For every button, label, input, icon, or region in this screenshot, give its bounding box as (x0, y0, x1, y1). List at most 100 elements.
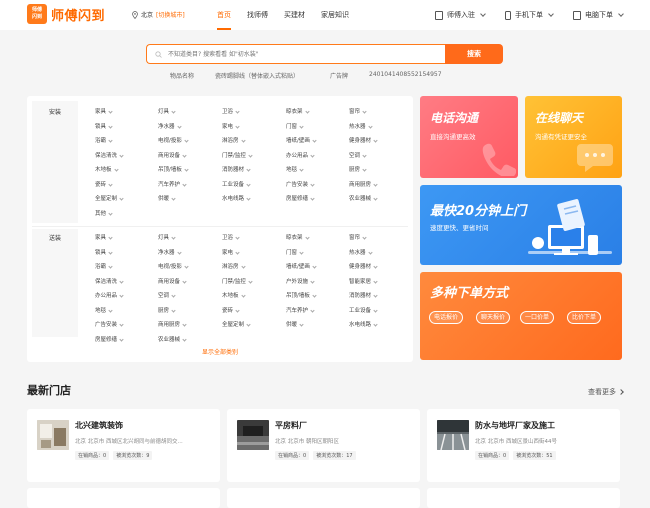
search-button[interactable]: 搜索 (445, 44, 503, 64)
phone-quote-pill[interactable]: 电话报价 (429, 311, 464, 324)
category-item[interactable]: 晾衣架 (286, 107, 310, 115)
show-all-categories-link[interactable]: 显示全部类别 (27, 347, 413, 356)
category-item[interactable]: 地毯 (286, 165, 304, 173)
category-item[interactable]: 灯具 (158, 107, 176, 115)
category-item[interactable]: 门窗 (286, 122, 304, 130)
category-item[interactable]: 吊顶/墙板 (286, 291, 317, 299)
search-input[interactable] (166, 49, 436, 59)
category-item[interactable]: 锁具 (95, 248, 113, 256)
category-item[interactable]: 户外设施 (286, 277, 315, 285)
store-card-next[interactable] (427, 488, 620, 508)
category-item[interactable]: 地毯 (95, 306, 113, 314)
nav-home[interactable]: 首页 (217, 0, 231, 30)
category-item[interactable]: 瓷砖 (95, 180, 113, 188)
category-item[interactable]: 保洁清洗 (95, 277, 124, 285)
category-item[interactable]: 房屋修缮 (95, 335, 124, 343)
category-item[interactable]: 健身器材 (349, 136, 378, 144)
category-item[interactable]: 商用厨房 (349, 180, 378, 188)
category-item[interactable]: 水电线路 (349, 320, 378, 328)
category-item[interactable]: 卫浴 (222, 233, 240, 241)
online-chat-card[interactable]: 在线聊天 沟通有凭证更安全 (525, 96, 622, 178)
category-item[interactable]: 瓷砖 (222, 306, 240, 314)
category-item[interactable]: 净水器 (158, 122, 182, 130)
category-item[interactable]: 消防器材 (222, 165, 251, 173)
category-item[interactable]: 木地板 (222, 291, 246, 299)
category-item[interactable]: 电视/投影 (158, 136, 189, 144)
category-item[interactable]: 商用厨房 (158, 320, 187, 328)
category-item[interactable]: 办公用品 (286, 151, 315, 159)
category-item[interactable]: 消防器材 (349, 291, 378, 299)
category-item[interactable]: 热水器 (349, 122, 373, 130)
category-item[interactable]: 广告安装 (286, 180, 315, 188)
category-item[interactable]: 淋浴房 (222, 136, 246, 144)
category-item[interactable]: 灯具 (158, 233, 176, 241)
category-item[interactable]: 锁具 (95, 122, 113, 130)
store-card[interactable]: 北兴建筑装饰 北京 北京市 西城区北兴胡同与前德胡同交... 在销商品：0 被浏… (27, 409, 220, 482)
category-item[interactable]: 汽车养护 (158, 180, 187, 188)
category-item[interactable]: 办公用品 (95, 291, 124, 299)
category-item[interactable]: 浴霸 (95, 136, 113, 144)
pc-order-menu[interactable]: 电脑下单 (573, 10, 624, 20)
category-item[interactable]: 供暖 (286, 320, 304, 328)
hot-keyword-3[interactable]: 广告牌 (330, 71, 348, 80)
category-item[interactable]: 全屋定制 (95, 194, 124, 202)
master-join-menu[interactable]: 师傅入驻 (435, 10, 486, 20)
category-item[interactable]: 木地板 (95, 165, 119, 173)
category-item[interactable]: 商用设备 (158, 151, 187, 159)
category-item[interactable]: 汽车养护 (286, 306, 315, 314)
compare-order-pill[interactable]: 比价下单 (567, 311, 602, 324)
category-item[interactable]: 健身器材 (349, 262, 378, 270)
category-item[interactable]: 家电 (222, 248, 240, 256)
category-item[interactable]: 热水器 (349, 248, 373, 256)
category-item[interactable]: 全屋定制 (222, 320, 251, 328)
category-item[interactable]: 卫浴 (222, 107, 240, 115)
order-methods-card[interactable]: 多种下单方式 电话报价 聊天报价 一口价单 比价下单 (420, 272, 622, 360)
mobile-order-menu[interactable]: 手机下单 (505, 10, 554, 20)
category-item[interactable]: 家电 (222, 122, 240, 130)
location-selector[interactable]: 北京 [切换城市] (132, 10, 185, 19)
store-card[interactable]: 防水与地坪厂家及施工 北京 北京市 西城区景山西街44号 在销商品：0 被浏览次… (427, 409, 620, 482)
category-item[interactable]: 商用设备 (158, 277, 187, 285)
store-card[interactable]: 平房料厂 北京 北京市 朝阳区朝阳区 在销商品：0 被浏览次数：17 (227, 409, 420, 482)
category-item[interactable]: 空调 (349, 151, 367, 159)
category-item[interactable]: 空调 (158, 291, 176, 299)
category-item[interactable]: 晾衣架 (286, 233, 310, 241)
category-item[interactable]: 农业器械 (349, 194, 378, 202)
category-item[interactable]: 家具 (95, 233, 113, 241)
category-item[interactable]: 墙纸/壁画 (286, 262, 317, 270)
category-item[interactable]: 智能家居 (349, 277, 378, 285)
logo-text[interactable]: 师傅闪到 (51, 5, 105, 24)
category-item[interactable]: 窗帘 (349, 107, 367, 115)
category-item[interactable]: 电视/投影 (158, 262, 189, 270)
category-item[interactable]: 窗帘 (349, 233, 367, 241)
category-item[interactable]: 厨房 (158, 306, 176, 314)
category-item[interactable]: 门窗 (286, 248, 304, 256)
nav-home-knowledge[interactable]: 家居知识 (321, 0, 349, 30)
category-item[interactable]: 淋浴房 (222, 262, 246, 270)
fixed-price-pill[interactable]: 一口价单 (520, 311, 555, 324)
store-card-next[interactable] (227, 488, 420, 508)
chat-quote-pill[interactable]: 聊天报价 (476, 311, 511, 324)
hot-keyword-1[interactable]: 物品名称 (170, 71, 194, 80)
phone-contact-card[interactable]: 电话沟通 直接沟通更高效 (420, 96, 518, 178)
category-item[interactable]: 供暖 (158, 194, 176, 202)
category-item[interactable]: 工业设备 (222, 180, 251, 188)
switch-city-link[interactable]: [切换城市] (156, 10, 185, 19)
category-item[interactable]: 净水器 (158, 248, 182, 256)
category-item[interactable]: 农业器械 (158, 335, 187, 343)
category-item[interactable]: 吊顶/墙板 (158, 165, 189, 173)
category-item[interactable]: 门禁/监控 (222, 277, 253, 285)
category-item[interactable]: 房屋修缮 (286, 194, 315, 202)
category-item[interactable]: 保洁清洗 (95, 151, 124, 159)
hot-keyword-4[interactable]: 2401041408552154957 (369, 71, 442, 78)
store-card-next[interactable] (27, 488, 220, 508)
category-item[interactable]: 浴霸 (95, 262, 113, 270)
hot-keyword-2[interactable]: 瓷砖踢脚线（替体嵌入式粘贴） (215, 71, 299, 80)
category-item[interactable]: 广告安装 (95, 320, 124, 328)
category-item[interactable]: 门禁/监控 (222, 151, 253, 159)
category-item[interactable]: 工业设备 (349, 306, 378, 314)
fast-visit-card[interactable]: 最快20分钟上门 速度更快、更省时间 (420, 185, 622, 265)
nav-buy-materials[interactable]: 买建材 (284, 0, 305, 30)
category-item[interactable]: 家具 (95, 107, 113, 115)
category-item[interactable]: 厨房 (349, 165, 367, 173)
